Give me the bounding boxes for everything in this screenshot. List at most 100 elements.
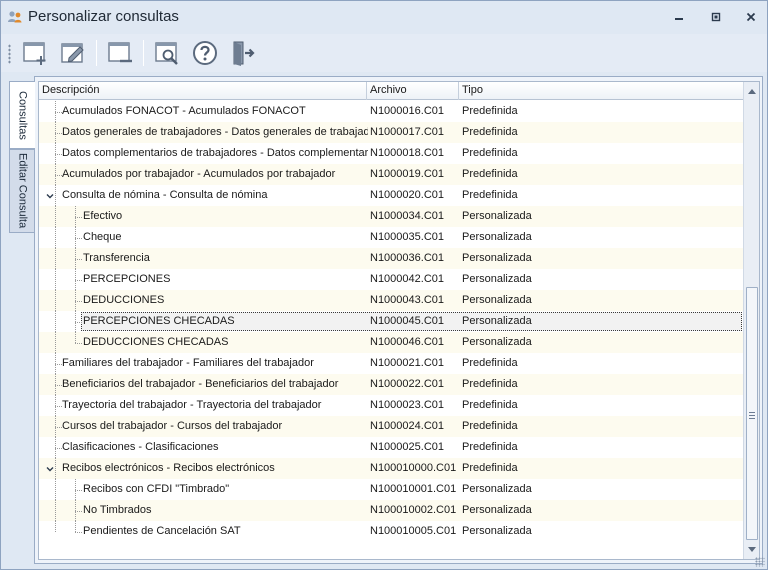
table-row[interactable]: Familiares del trabajador - Familiares d… bbox=[39, 353, 744, 374]
table-row[interactable]: DEDUCCIONES N1000043.C01 Personalizada bbox=[39, 290, 744, 311]
table-row[interactable]: Consulta de nómina - Consulta de nómina N… bbox=[39, 185, 744, 206]
tree-connector bbox=[75, 511, 82, 512]
tree-connector bbox=[55, 290, 56, 311]
triangle-up-icon bbox=[748, 89, 756, 94]
tree-connector bbox=[55, 332, 56, 353]
table-row[interactable]: No Timbrados N100010002.C01 Personalizada bbox=[39, 500, 744, 521]
tab-consultas[interactable]: Consultas bbox=[9, 81, 35, 149]
cell-descripcion: No Timbrados bbox=[83, 504, 152, 516]
table-row[interactable]: Datos generales de trabajadores - Datos … bbox=[39, 122, 744, 143]
table-row[interactable]: PERCEPCIONES N1000042.C01 Personalizada bbox=[39, 269, 744, 290]
tree-connector bbox=[55, 479, 56, 500]
cell-archivo: N1000042.C01 bbox=[370, 273, 445, 285]
tree-connector bbox=[75, 280, 82, 281]
window-resize-grip[interactable] bbox=[755, 557, 765, 567]
edit-query-button[interactable] bbox=[58, 38, 88, 68]
cell-tipo: Predefinida bbox=[462, 357, 518, 369]
table-row[interactable]: Recibos con CFDI "Timbrado" N100010001.C0… bbox=[39, 479, 744, 500]
maximize-button[interactable] bbox=[702, 7, 730, 27]
table-row[interactable]: Pendientes de Cancelación SAT N100010005.… bbox=[39, 521, 744, 542]
column-header-archivo[interactable]: Archivo bbox=[367, 82, 459, 100]
cell-tipo: Personalizada bbox=[462, 294, 532, 306]
vertical-scrollbar[interactable] bbox=[743, 82, 759, 559]
cell-archivo: N1000023.C01 bbox=[370, 399, 445, 411]
table-row[interactable]: Recibos electrónicos - Recibos electróni… bbox=[39, 458, 744, 479]
column-header-tipo[interactable]: Tipo bbox=[459, 82, 744, 100]
tree-connector bbox=[55, 311, 56, 332]
table-row[interactable]: Efectivo N1000034.C01 Personalizada bbox=[39, 206, 744, 227]
help-button[interactable] bbox=[190, 38, 220, 68]
tree-connector bbox=[75, 301, 82, 302]
tree-connector bbox=[55, 185, 56, 206]
table-row[interactable]: Clasificaciones - Clasificaciones N100002… bbox=[39, 437, 744, 458]
delete-query-button[interactable] bbox=[105, 38, 135, 68]
cell-archivo: N1000016.C01 bbox=[370, 105, 445, 117]
window-title: Personalizar consultas bbox=[28, 8, 179, 25]
cell-tipo: Personalizada bbox=[462, 525, 532, 537]
table-row[interactable]: Acumulados por trabajador - Acumulados p… bbox=[39, 164, 744, 185]
tree-connector bbox=[55, 248, 56, 269]
table-row[interactable]: Trayectoria del trabajador - Trayectoria… bbox=[39, 395, 744, 416]
edit-pencil-icon bbox=[61, 43, 84, 63]
tab-consultas-label: Consultas bbox=[16, 90, 29, 140]
table-row[interactable]: Acumulados FONACOT - Acumulados FONACOT N… bbox=[39, 101, 744, 122]
exit-button[interactable] bbox=[228, 38, 258, 68]
cell-archivo: N1000017.C01 bbox=[370, 126, 445, 138]
tab-editar-consulta[interactable]: Editar Consulta bbox=[9, 149, 35, 233]
cell-descripcion: Clasificaciones - Clasificaciones bbox=[62, 441, 219, 453]
exit-door-icon bbox=[233, 41, 255, 66]
cell-archivo: N1000019.C01 bbox=[370, 168, 445, 180]
cell-descripcion: Trayectoria del trabajador - Trayectoria… bbox=[62, 399, 322, 411]
cell-descripcion: Efectivo bbox=[83, 210, 123, 222]
table-row[interactable]: Beneficiarios del trabajador - Beneficia… bbox=[39, 374, 744, 395]
users-app-icon bbox=[7, 9, 23, 25]
cell-descripcion: Pendientes de Cancelación SAT bbox=[83, 525, 241, 537]
new-query-button[interactable] bbox=[20, 38, 50, 68]
cell-descripcion: Datos generales de trabajadores - Datos … bbox=[62, 126, 368, 138]
cell-archivo: N1000035.C01 bbox=[370, 231, 445, 243]
scroll-down-button[interactable] bbox=[744, 542, 759, 558]
cell-tipo: Personalizada bbox=[462, 483, 532, 495]
cell-tipo: Predefinida bbox=[462, 441, 518, 453]
table-row[interactable]: Transferencia N1000036.C01 Personalizada bbox=[39, 248, 744, 269]
table-row[interactable]: Datos complementarios de trabajadores - … bbox=[39, 143, 744, 164]
tree-connector bbox=[75, 343, 82, 344]
column-header-descripcion[interactable]: Descripción bbox=[39, 82, 367, 100]
table-row[interactable]: Cursos del trabajador - Cursos del traba… bbox=[39, 416, 744, 437]
toolbar bbox=[1, 34, 767, 72]
close-button[interactable] bbox=[737, 7, 765, 27]
table-row[interactable]: Cheque N1000035.C01 Personalizada bbox=[39, 227, 744, 248]
tree-connector bbox=[75, 490, 82, 491]
scroll-up-button[interactable] bbox=[744, 83, 759, 99]
table-row-selected[interactable]: PERCEPCIONES CHECADAS N1000045.C01 Persona… bbox=[39, 311, 744, 332]
cell-archivo: N100010005.C01 bbox=[370, 525, 457, 537]
cell-archivo: N1000025.C01 bbox=[370, 441, 445, 453]
new-window-plus-icon bbox=[23, 42, 46, 65]
toolbar-grip[interactable] bbox=[8, 44, 11, 64]
cell-descripcion: Cursos del trabajador - Cursos del traba… bbox=[62, 420, 283, 432]
table-row[interactable]: DEDUCCIONES CHECADAS N1000046.C01 Personal… bbox=[39, 332, 744, 353]
minimize-button[interactable] bbox=[665, 7, 693, 27]
cell-tipo: Predefinida bbox=[462, 378, 518, 390]
window-search-icon bbox=[155, 42, 178, 65]
preview-query-button[interactable] bbox=[152, 38, 182, 68]
cell-tipo: Personalizada bbox=[462, 210, 532, 222]
tab-editar-consulta-label: Editar Consulta bbox=[16, 153, 29, 229]
tree-connector bbox=[55, 206, 56, 227]
side-tabs: Consultas Editar Consulta bbox=[9, 81, 35, 241]
scroll-thumb[interactable] bbox=[746, 287, 758, 540]
cell-archivo: N1000046.C01 bbox=[370, 336, 445, 348]
cell-descripcion: Acumulados FONACOT - Acumulados FONACOT bbox=[62, 105, 306, 117]
tree-connector bbox=[55, 406, 62, 407]
cell-descripcion: Recibos con CFDI "Timbrado" bbox=[83, 483, 230, 495]
cell-tipo: Personalizada bbox=[462, 273, 532, 285]
cell-tipo: Predefinida bbox=[462, 462, 518, 474]
tree-connector bbox=[55, 133, 62, 134]
cell-tipo: Predefinida bbox=[462, 168, 518, 180]
tree-connector bbox=[55, 112, 62, 113]
tree-connector bbox=[55, 385, 62, 386]
chevron-down-icon[interactable] bbox=[45, 191, 55, 201]
tree-connector bbox=[75, 322, 82, 323]
chevron-down-icon[interactable] bbox=[45, 464, 55, 474]
tree-connector bbox=[55, 269, 56, 290]
